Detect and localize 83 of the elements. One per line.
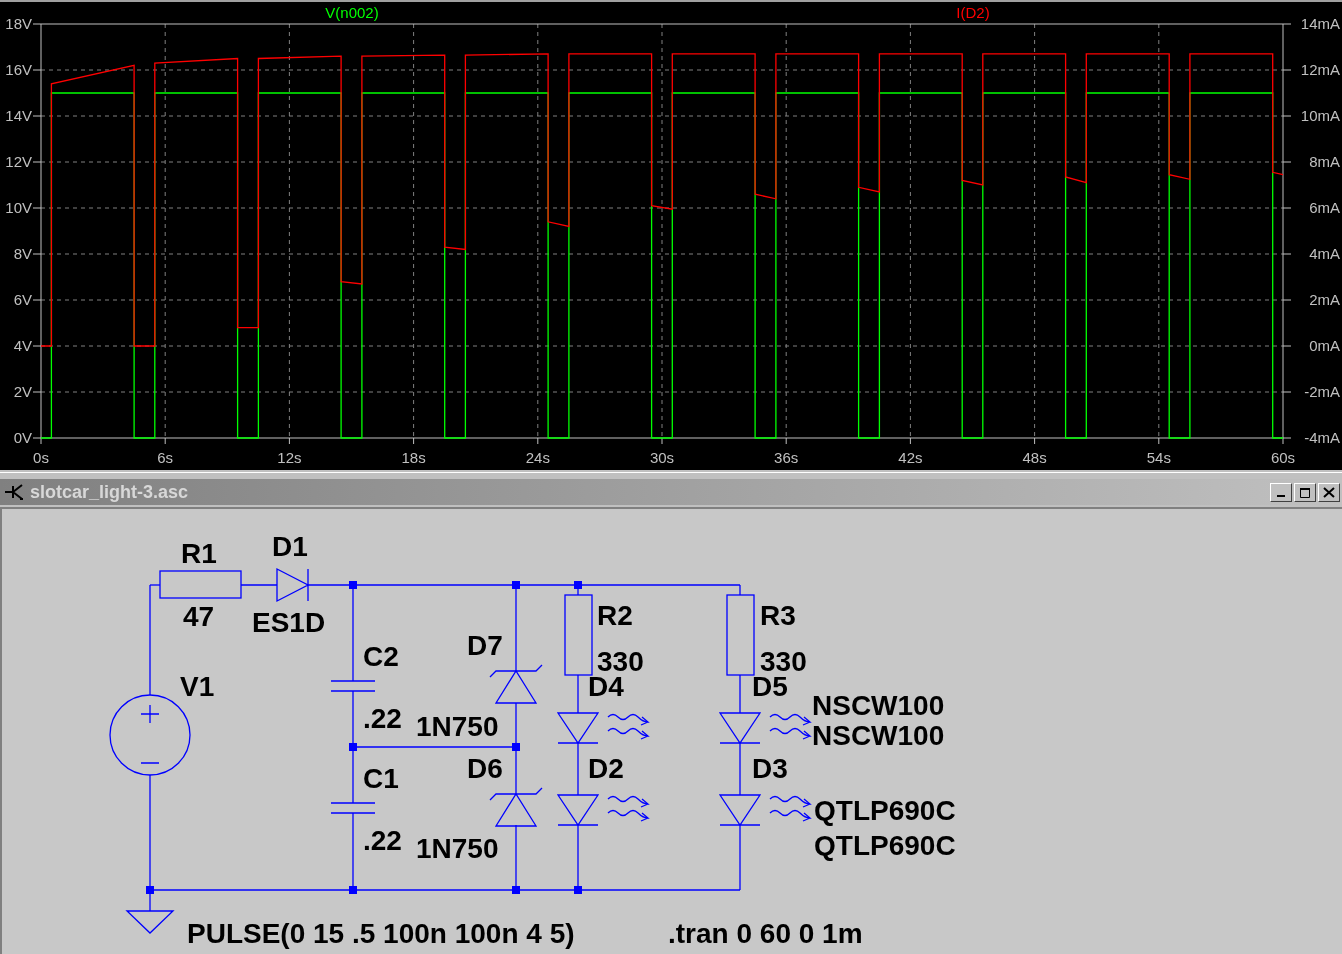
capacitor-symbol[interactable] <box>330 680 376 692</box>
x-axis-label: 24s <box>525 449 550 466</box>
x-axis-label: 0s <box>33 449 49 466</box>
x-axis-label: 12s <box>277 449 302 466</box>
y-axis-label: 6mA <box>1309 199 1340 216</box>
resistor-symbol[interactable] <box>159 570 242 599</box>
component-value: 47 <box>183 601 215 632</box>
led-symbol[interactable] <box>719 712 811 744</box>
ground-symbol <box>125 910 175 934</box>
x-axis-label: 48s <box>1022 449 1047 466</box>
wire <box>577 742 579 796</box>
wire <box>739 674 741 714</box>
component-value: QTLP690C <box>814 795 956 826</box>
close-button[interactable] <box>1318 482 1340 502</box>
x-axis-label: 54s <box>1146 449 1171 466</box>
capacitor-symbol[interactable] <box>330 802 376 814</box>
y-axis-label: 16V <box>5 61 32 78</box>
y-axis-label: 18V <box>5 15 32 32</box>
component-label: V1 <box>180 671 215 702</box>
led-symbol[interactable] <box>557 712 649 744</box>
y-axis-label: 14V <box>5 107 32 124</box>
component-label: R1 <box>181 538 217 569</box>
y-axis-label: 12V <box>5 153 32 170</box>
maximize-icon <box>1299 486 1311 498</box>
x-axis-label: 36s <box>774 449 799 466</box>
x-axis-label: 42s <box>898 449 923 466</box>
led-symbol[interactable] <box>719 794 811 826</box>
component-label: R2 <box>597 600 633 631</box>
minimize-icon <box>1277 495 1285 497</box>
component-value: 1N750 <box>416 711 499 742</box>
x-axis-label: 6s <box>157 449 174 466</box>
zener-diode-symbol[interactable] <box>489 787 543 827</box>
y-axis-label: 4V <box>13 337 32 354</box>
component-value: QTLP690C <box>814 830 956 861</box>
component-label: D7 <box>467 630 503 661</box>
y-axis-label: 0V <box>13 429 32 446</box>
y-axis-label: 8V <box>13 245 32 262</box>
y-axis-label: 4mA <box>1309 245 1340 262</box>
spice-directive: .tran 0 60 0 1m <box>668 918 863 949</box>
component-value: .22 <box>363 825 402 856</box>
component-label: C2 <box>363 641 399 672</box>
y-axis-label: 2mA <box>1309 291 1340 308</box>
x-axis-label: 30s <box>649 449 675 466</box>
led-symbol[interactable] <box>557 794 649 826</box>
component-value: ES1D <box>252 607 326 638</box>
x-axis-label: 18s <box>401 449 426 466</box>
y-axis-label: 2V <box>13 383 32 400</box>
y-axis-label: 0mA <box>1309 337 1340 354</box>
trace-name[interactable]: V(n002) <box>325 4 379 21</box>
voltage-source-symbol[interactable] <box>109 694 191 776</box>
component-label: C1 <box>363 763 399 794</box>
y-axis-label: -4mA <box>1304 429 1340 446</box>
zener-diode-symbol[interactable] <box>489 664 543 704</box>
wire <box>240 584 278 586</box>
window-title: slotcar_light-3.asc <box>30 481 190 503</box>
x-axis-label: 60s <box>1270 449 1296 466</box>
component-value: NSCW100 <box>812 720 945 751</box>
y-axis-label: 12mA <box>1300 61 1340 78</box>
trace-name[interactable]: I(D2) <box>956 4 990 21</box>
component-value: .22 <box>363 703 402 734</box>
component-label: D6 <box>467 753 503 784</box>
y-axis-label: 6V <box>13 291 32 308</box>
component-label: D2 <box>588 753 624 784</box>
minimize-button[interactable] <box>1270 482 1292 502</box>
diode-symbol[interactable] <box>276 568 310 602</box>
y-axis-label: 10V <box>5 199 32 216</box>
wire <box>577 674 579 714</box>
resistor-symbol[interactable] <box>726 594 755 676</box>
schematic-icon <box>4 482 26 502</box>
source-directive: PULSE(0 15 .5 100n 100n 4 5) <box>187 918 575 949</box>
y-axis-label: -2mA <box>1304 383 1340 400</box>
resistor-symbol[interactable] <box>564 594 593 676</box>
component-label: D1 <box>272 531 308 562</box>
component-label: D3 <box>752 753 788 784</box>
close-icon <box>1323 486 1335 498</box>
wire <box>739 742 741 796</box>
component-value: NSCW100 <box>812 690 945 721</box>
component-label: R3 <box>760 600 796 631</box>
y-axis-label: 8mA <box>1309 153 1340 170</box>
component-value: 1N750 <box>416 833 499 864</box>
maximize-button[interactable] <box>1294 482 1316 502</box>
y-axis-label: 14mA <box>1300 15 1340 32</box>
y-axis-label: 10mA <box>1300 107 1340 124</box>
